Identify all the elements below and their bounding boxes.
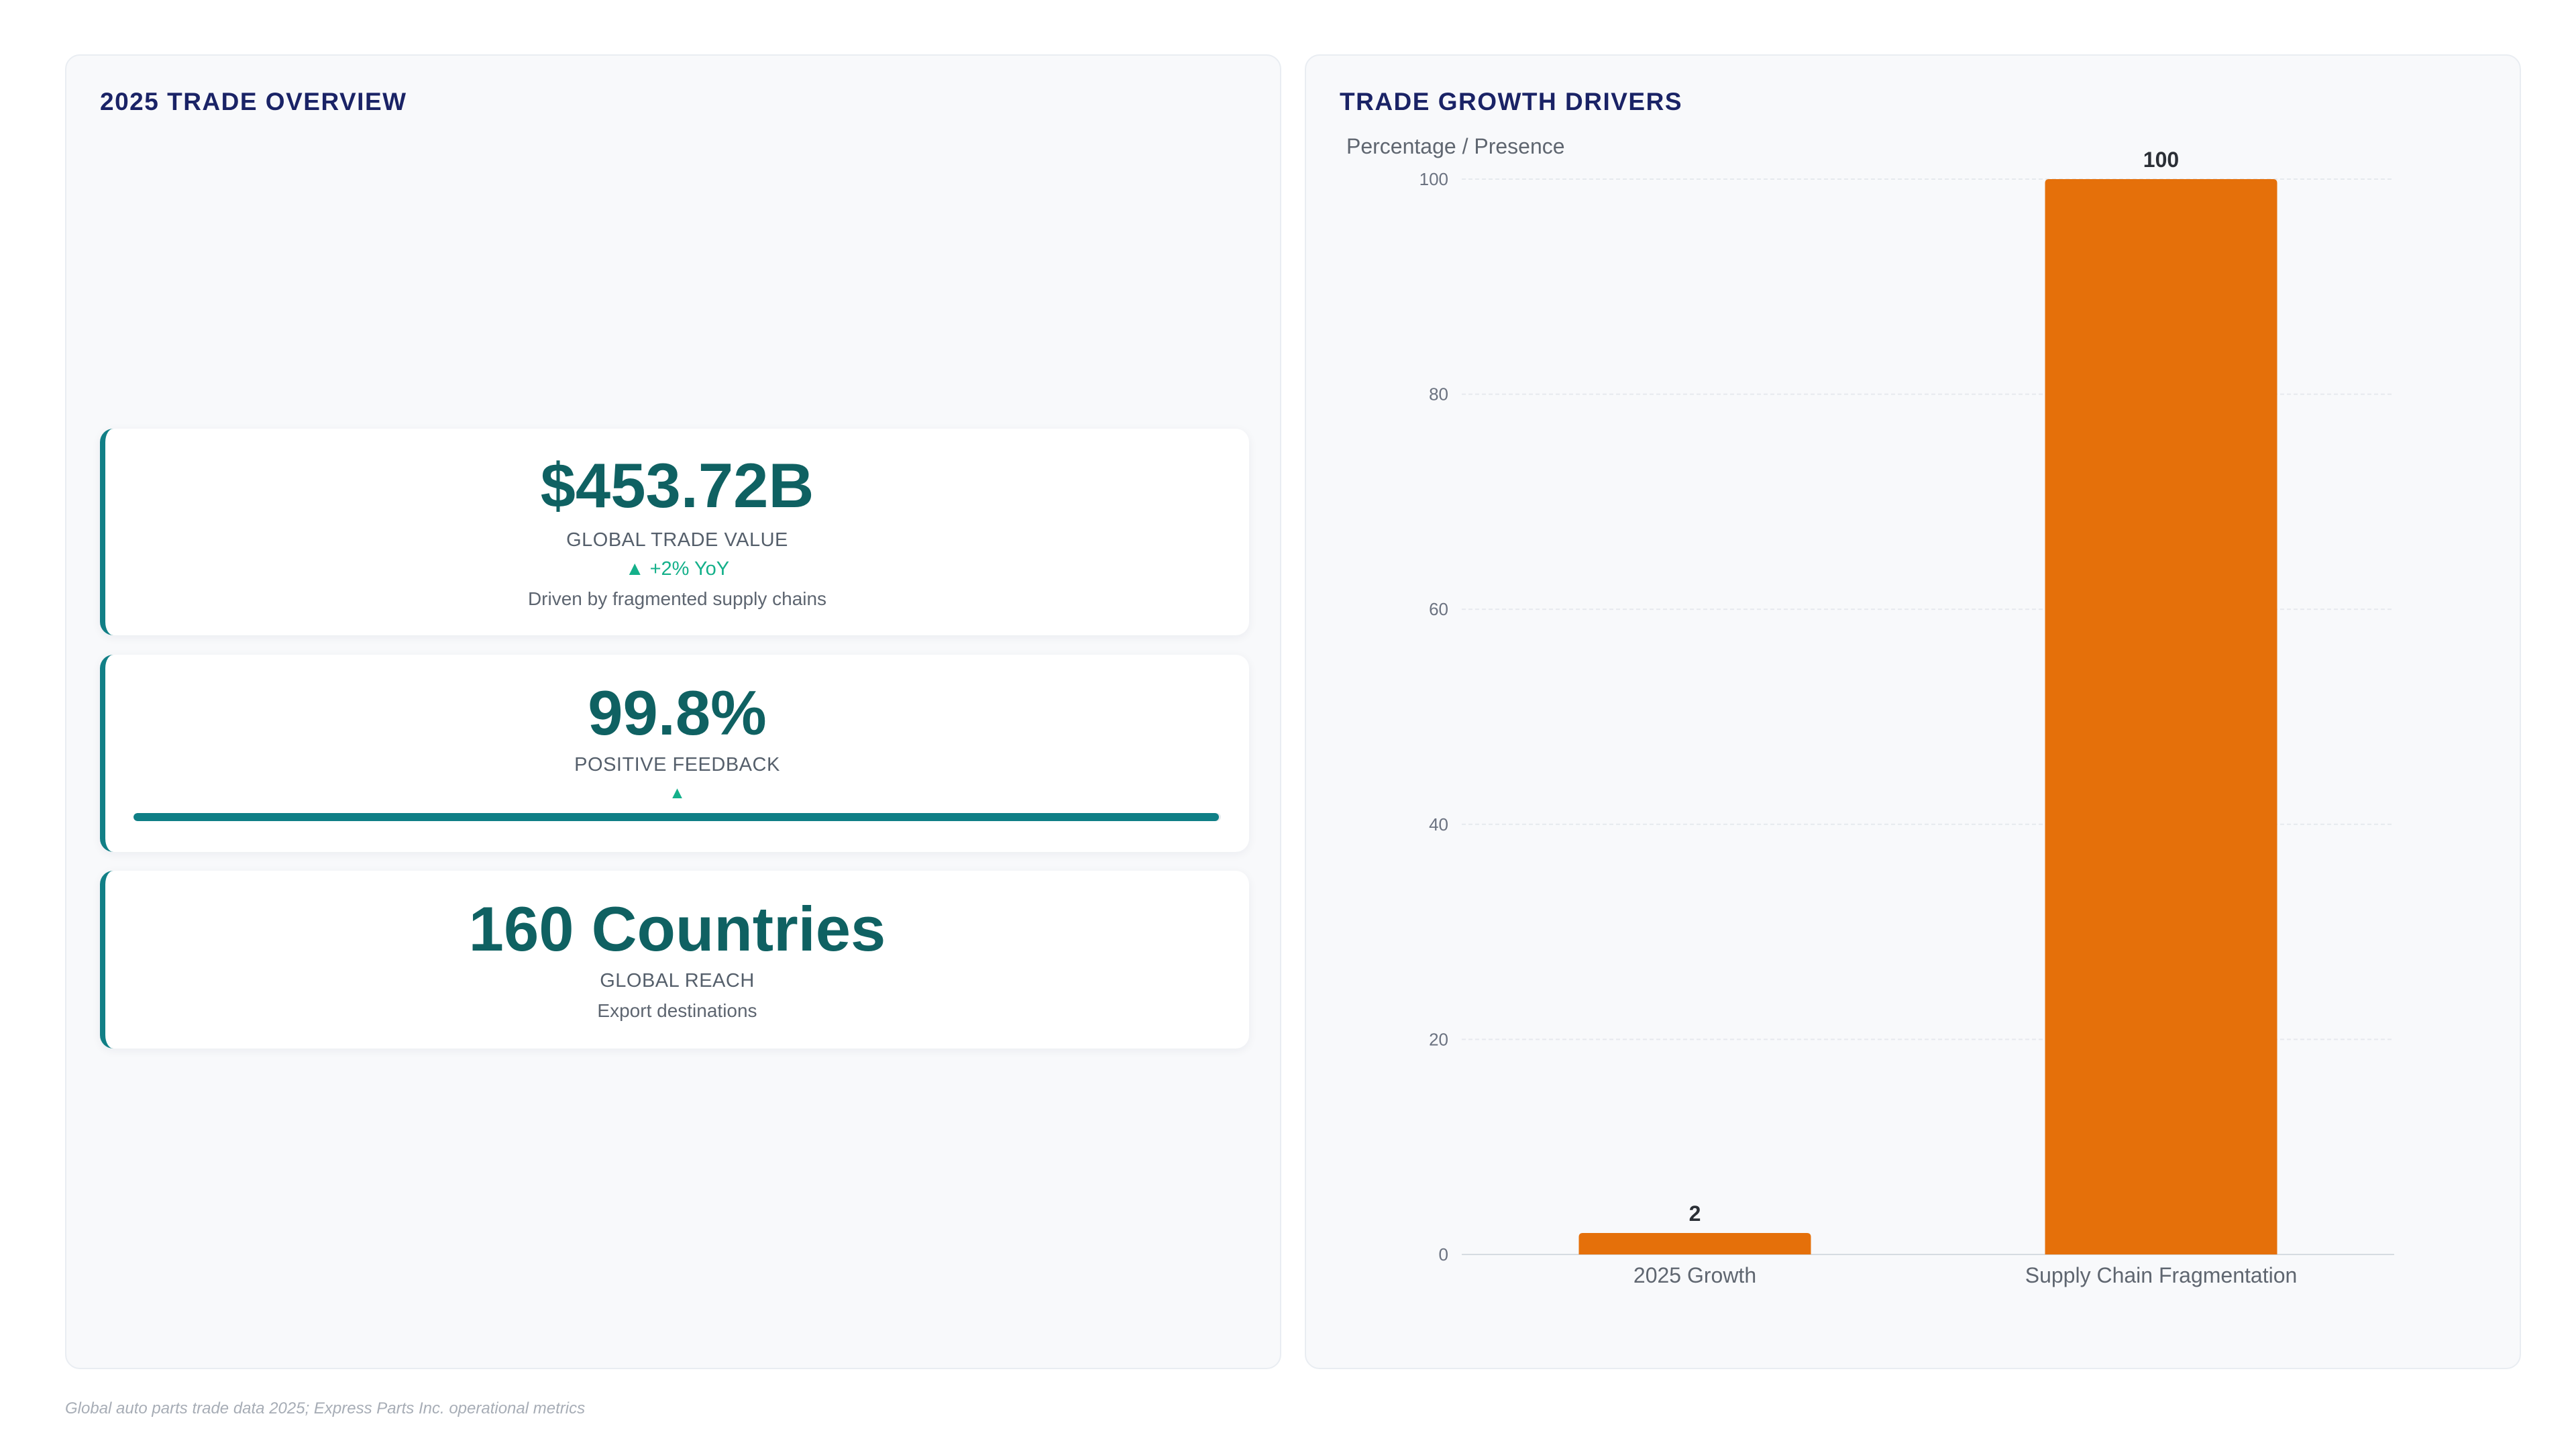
panel-title: 2025 TRADE OVERVIEW: [100, 88, 407, 115]
kpi-label: POSITIVE FEEDBACK: [574, 754, 780, 775]
x-tick-label: Supply Chain Fragmentation: [2025, 1263, 2298, 1287]
y-axis-label: Percentage / Presence: [1346, 134, 1565, 158]
feedback-progress-fill: [133, 813, 1219, 821]
kpi-label: GLOBAL TRADE VALUE: [566, 529, 788, 551]
kpi-value: $453.72B: [540, 450, 814, 521]
kpi-value: 160 Countries: [468, 894, 886, 964]
growth-drivers-panel: TRADE GROWTH DRIVERS Percentage / Presen…: [1305, 54, 2521, 1369]
kpi-note: Export destinations: [597, 1000, 757, 1021]
y-tick-label: 100: [1419, 169, 1448, 189]
kpi-card-global-reach: 160 Countries GLOBAL REACH Export destin…: [100, 871, 1249, 1049]
kpi-card-trade-value: $453.72B GLOBAL TRADE VALUE ▲ +2% YoY Dr…: [100, 429, 1249, 635]
x-tick-label: 2025 Growth: [1633, 1263, 1756, 1287]
y-tick-label: 60: [1429, 599, 1448, 619]
trade-overview-panel: 2025 TRADE OVERVIEW $453.72B GLOBAL TRAD…: [65, 54, 1281, 1369]
kpi-card-positive-feedback: 99.8% POSITIVE FEEDBACK ▲: [100, 655, 1249, 852]
kpi-note: Driven by fragmented supply chains: [527, 588, 827, 609]
source-note: Global auto parts trade data 2025; Expre…: [65, 1399, 586, 1417]
bar: [2045, 179, 2277, 1254]
kpi-value: 99.8%: [588, 678, 767, 748]
bar: [1578, 1232, 1811, 1254]
kpi-trend: ▲ +2% YoY: [625, 558, 730, 580]
y-tick-label: 40: [1429, 814, 1448, 835]
data-label: 100: [2143, 148, 2179, 172]
trend-up-icon: ▲: [669, 784, 686, 802]
y-tick-label: 20: [1429, 1029, 1448, 1049]
data-label: 2: [1689, 1201, 1701, 1226]
kpi-label: GLOBAL REACH: [600, 970, 755, 991]
feedback-progress-bar: [133, 813, 1221, 821]
y-tick-label: 80: [1429, 384, 1448, 405]
bar-chart: Percentage / Presence 0 20 40 60 80 100 2 2025 G…: [1346, 134, 2394, 1287]
y-tick-label: 0: [1439, 1244, 1448, 1265]
